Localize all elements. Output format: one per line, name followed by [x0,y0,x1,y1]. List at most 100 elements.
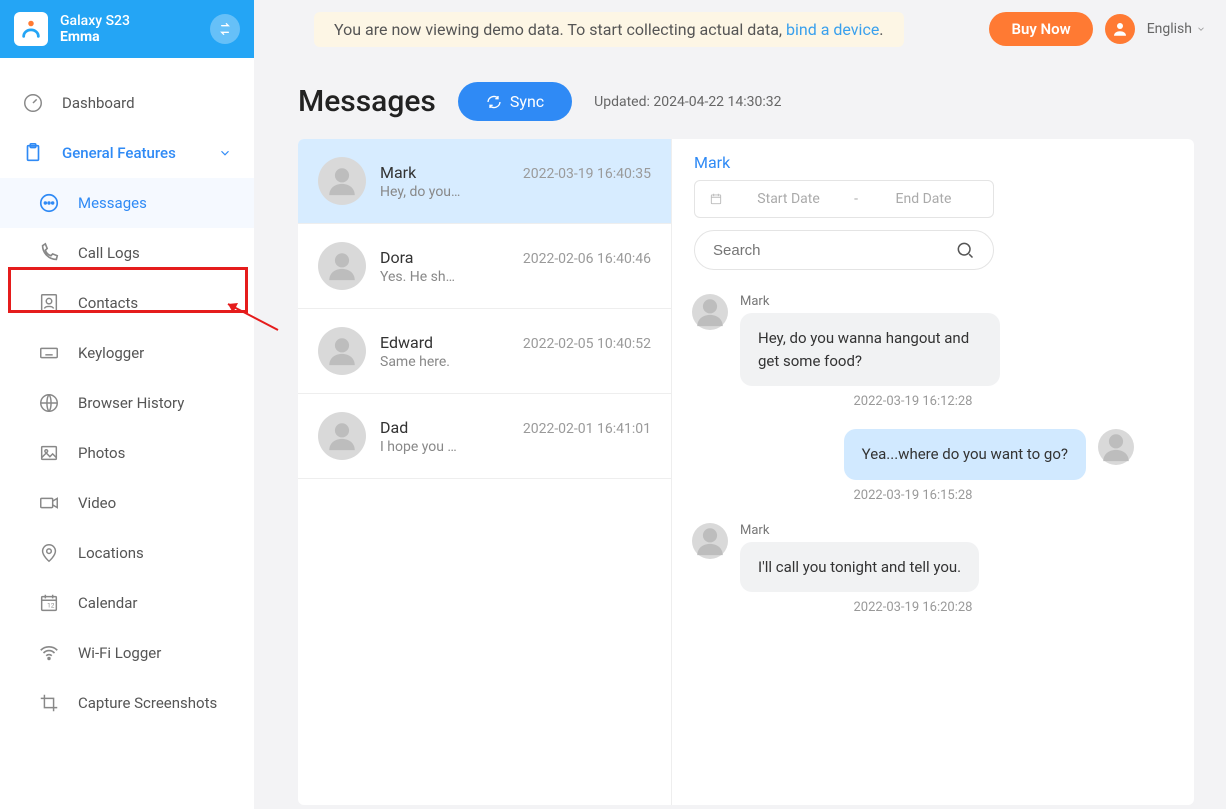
header-bar: Galaxy S23 Emma You are now viewing demo… [0,0,1226,58]
main-content: Messages Sync Updated: 2024-04-22 14:30:… [254,58,1226,809]
conversation-preview: Same here. [380,354,530,370]
chevron-down-icon [218,146,232,160]
chat-filters: Start Date - End Date [672,180,1194,284]
message-bubble: I'll call you tonight and tell you. [740,542,979,593]
sidebar-item-label: Messages [78,194,147,212]
conversation-list: Mark2022-03-19 16:40:35Hey, do you… Dora 2… [298,139,672,805]
gauge-icon [22,92,44,114]
svg-text:12: 12 [47,602,55,610]
sidebar-item-photos[interactable]: Photos [0,428,254,478]
demo-text-after: . [879,20,883,39]
conversation-item[interactable]: Dora 2022-02-06 16:40:46 Yes. He sh… [298,224,671,309]
header-actions: Buy Now English [989,12,1206,46]
chevron-down-icon [1196,24,1206,34]
sidebar-item-label: Video [78,494,116,512]
device-info: Galaxy S23 Emma [60,13,210,45]
contacts-icon [38,292,60,314]
conversation-time: 2022-02-06 16:40:46 [523,251,651,267]
clipboard-icon [22,142,44,164]
sidebar-item-label: Call Logs [78,244,140,262]
message-bubble: Yea...where do you want to go? [844,429,1086,480]
end-date-placeholder: End Date [868,191,979,207]
chat-contact-name: Mark [694,153,1172,172]
wifi-icon [38,642,60,664]
language-label: English [1147,21,1192,37]
demo-text: You are now viewing demo data. To start … [334,20,786,39]
sidebar-item-label: Calendar [78,594,138,612]
globe-icon [38,392,60,414]
device-user: Emma [60,29,210,45]
avatar-icon [692,523,728,559]
pin-icon [38,542,60,564]
sync-button[interactable]: Sync [458,82,572,121]
video-icon [38,492,60,514]
sidebar-item-label: Contacts [78,294,138,312]
conversation-name: Dad [380,418,408,437]
calendar-icon [709,192,723,206]
sidebar-label: Dashboard [62,94,135,112]
conversation-time: 2022-02-01 16:41:01 [523,421,651,437]
conversation-item[interactable]: Edward2022-02-05 10:40:52Same here. [298,309,671,394]
sidebar-item-label: Capture Screenshots [78,694,217,712]
conversation-preview: I hope you … [380,439,530,455]
bind-device-link[interactable]: bind a device [786,20,879,39]
conversation-item[interactable]: Dad 2022-02-01 16:41:01 I hope you … [298,394,671,479]
main-layout: Dashboard General Features Messages Call … [0,58,1226,809]
message-timestamp: 2022-03-19 16:20:28 [692,600,1134,615]
sidebar-item-capture-screenshots[interactable]: Capture Screenshots [0,678,254,728]
sidebar-item-label: Browser History [78,394,184,412]
image-icon [38,442,60,464]
conversation-preview: Yes. He sh… [380,269,530,285]
phone-icon [38,242,60,264]
avatar-icon [1098,429,1134,465]
avatar-icon [318,242,366,290]
search-input[interactable] [713,242,933,259]
app-logo-icon [14,12,48,46]
device-name: Galaxy S23 [60,13,210,29]
refresh-icon [486,94,502,110]
crop-icon [38,692,60,714]
sidebar-item-dashboard[interactable]: Dashboard [0,78,254,128]
date-range-input[interactable]: Start Date - End Date [694,180,994,218]
sidebar-item-label: Keylogger [78,344,144,362]
sidebar-item-label: Locations [78,544,144,562]
search-input-wrapper[interactable] [694,230,994,270]
sidebar-item-video[interactable]: Video [0,478,254,528]
keyboard-icon [38,342,60,364]
header-right: You are now viewing demo data. To start … [254,12,1206,47]
sidebar-section-general[interactable]: General Features [0,128,254,178]
sidebar-item-wi-fi-logger[interactable]: Wi-Fi Logger [0,628,254,678]
conversation-item[interactable]: Mark2022-03-19 16:40:35Hey, do you… [298,139,671,224]
sidebar-section-label: General Features [62,144,176,162]
sync-label: Sync [510,92,544,111]
sidebar-item-messages[interactable]: Messages [0,178,254,228]
page-header: Messages Sync Updated: 2024-04-22 14:30:… [298,82,1194,121]
avatar-icon [318,327,366,375]
sidebar-item-locations[interactable]: Locations [0,528,254,578]
conversation-time: 2022-03-19 16:40:35 [523,166,651,182]
message-sender: Mark [740,294,1000,309]
updated-text: Updated: 2024-04-22 14:30:32 [594,94,781,110]
sidebar-item-contacts[interactable]: Contacts [0,278,254,328]
sidebar-item-label: Photos [78,444,125,462]
chat-body[interactable]: Mark Hey, do you wanna hangout and get so… [672,284,1194,805]
sidebar-item-browser-history[interactable]: Browser History [0,378,254,428]
message-row: Yea...where do you want to go? [692,429,1134,480]
buy-now-button[interactable]: Buy Now [989,12,1092,46]
sidebar-item-call-logs[interactable]: Call Logs [0,228,254,278]
message-sender: Mark [740,523,979,538]
sidebar-item-calendar[interactable]: 12 Calendar [0,578,254,628]
avatar-icon [692,294,728,330]
logo-device-block: Galaxy S23 Emma [0,0,254,58]
sidebar: Dashboard General Features Messages Call … [0,58,254,809]
message-bubble: Hey, do you wanna hangout and get some f… [740,313,1000,386]
demo-banner: You are now viewing demo data. To start … [314,12,904,47]
sidebar-item-label: Wi-Fi Logger [78,644,161,662]
language-selector[interactable]: English [1147,21,1206,37]
swap-device-button[interactable] [210,14,240,44]
user-avatar-button[interactable] [1105,14,1135,44]
messages-panel: Mark2022-03-19 16:40:35Hey, do you… Dora 2… [298,139,1194,805]
message-row: Mark I'll call you tonight and tell you. [692,523,1134,593]
conversation-name: Dora [380,248,413,267]
sidebar-item-keylogger[interactable]: Keylogger [0,328,254,378]
